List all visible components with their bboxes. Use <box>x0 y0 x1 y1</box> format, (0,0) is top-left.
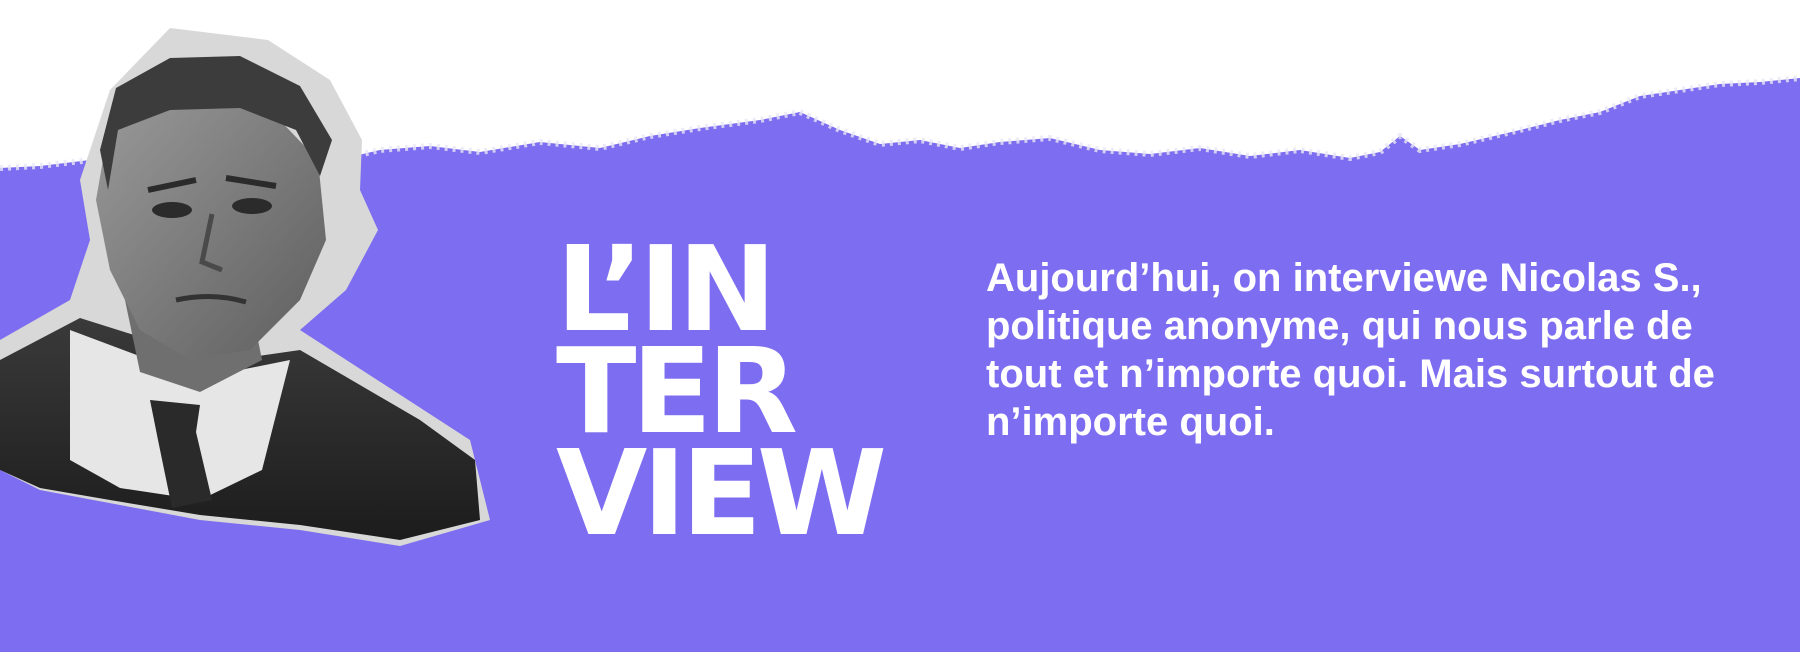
interview-title: L’IN TER VIEW <box>556 230 887 562</box>
left-eye <box>152 202 192 218</box>
title-line-3: VIEW <box>556 424 887 562</box>
interview-intro-text: Aujourd’hui, on interviewe Nicolas S., p… <box>986 256 1715 444</box>
grayscale-portrait-cutout-icon <box>0 28 490 546</box>
interview-banner: L’IN TER VIEW Aujourd’hui, on interviewe… <box>0 0 1800 652</box>
right-eye <box>232 198 272 214</box>
